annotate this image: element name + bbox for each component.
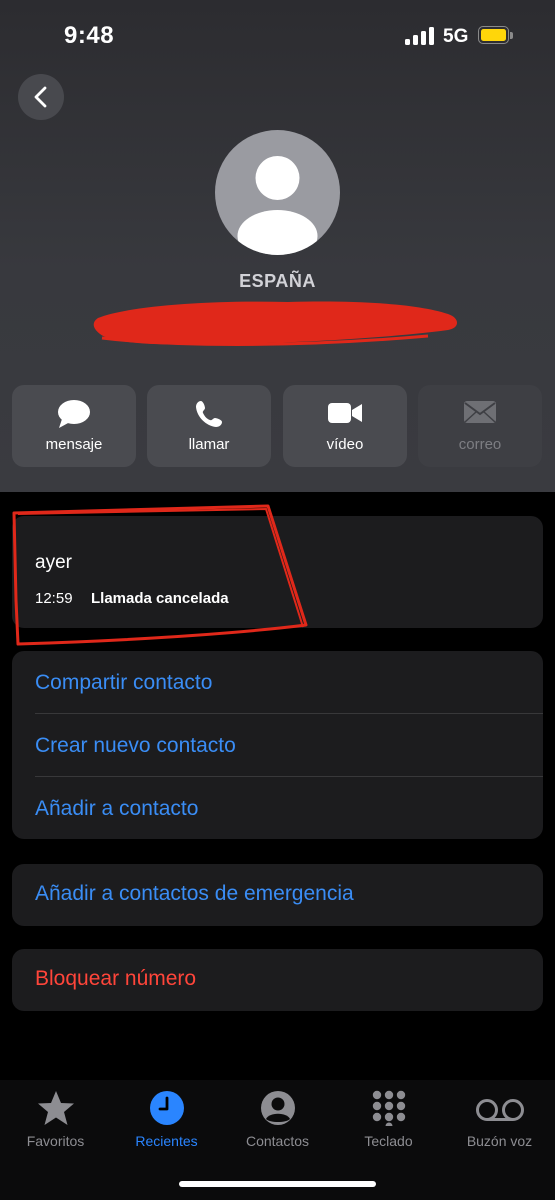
person-circle-icon bbox=[260, 1091, 295, 1125]
annotation-outline bbox=[12, 504, 308, 646]
home-indicator[interactable] bbox=[179, 1181, 376, 1187]
add-emergency-contact-button[interactable]: Añadir a contactos de emergencia bbox=[35, 882, 354, 906]
share-contact-button[interactable]: Compartir contacto bbox=[35, 671, 212, 695]
tab-teclado[interactable]: Teclado bbox=[333, 1080, 444, 1160]
tab-recientes[interactable]: Recientes bbox=[111, 1080, 222, 1160]
block-number-button[interactable]: Bloquear número bbox=[35, 967, 196, 991]
divider bbox=[35, 713, 543, 714]
clock-icon bbox=[149, 1091, 184, 1125]
tab-buzon-voz[interactable]: Buzón voz bbox=[444, 1080, 555, 1160]
tab-teclado-label: Teclado bbox=[364, 1133, 413, 1149]
tab-buzon-voz-label: Buzón voz bbox=[466, 1133, 533, 1149]
tab-contactos-label: Contactos bbox=[245, 1133, 310, 1149]
voicemail-icon bbox=[475, 1099, 524, 1121]
create-new-contact-button[interactable]: Crear nuevo contacto bbox=[35, 734, 236, 758]
block-card: Bloquear número bbox=[12, 949, 543, 1011]
emergency-card: Añadir a contactos de emergencia bbox=[12, 864, 543, 926]
divider bbox=[35, 776, 543, 777]
tab-favoritos[interactable]: Favoritos bbox=[0, 1080, 111, 1160]
keypad-icon bbox=[372, 1090, 405, 1126]
tab-favoritos-label: Favoritos bbox=[26, 1133, 85, 1149]
tab-contactos[interactable]: Contactos bbox=[222, 1080, 333, 1160]
add-to-contact-button[interactable]: Añadir a contacto bbox=[35, 797, 198, 821]
contact-options-card: Compartir contacto Crear nuevo contacto … bbox=[12, 651, 543, 839]
tab-recientes-label: Recientes bbox=[135, 1133, 198, 1149]
star-icon bbox=[37, 1091, 74, 1125]
